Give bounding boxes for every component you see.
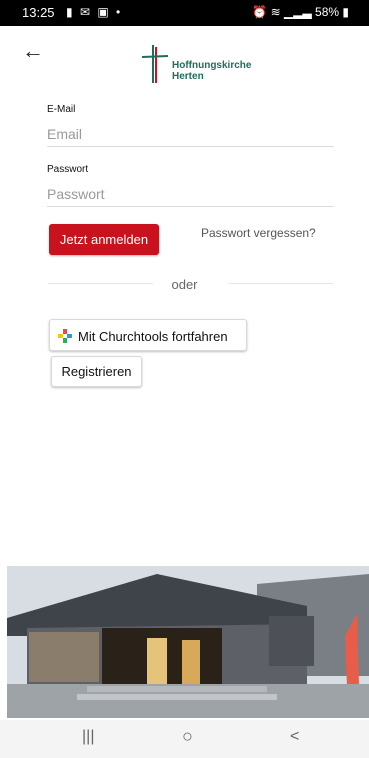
alarm-icon: ⏰ bbox=[252, 5, 268, 19]
status-right: ⏰ ≋ ▁▂▃ 58% ▮ bbox=[252, 5, 349, 19]
churchtools-button-label: Mit Churchtools fortfahren bbox=[78, 329, 228, 344]
church-logo: Hoffnungskirche Herten bbox=[140, 43, 270, 85]
notification-icons: ▮ ✉ ▣ • bbox=[66, 5, 123, 19]
email-label: E-Mail bbox=[47, 104, 76, 115]
android-nav-bar: ||| ○ < bbox=[0, 720, 369, 758]
churchtools-icon bbox=[58, 329, 72, 343]
battery-icon: ▮ bbox=[342, 5, 349, 19]
email-field[interactable] bbox=[47, 122, 334, 147]
church-photo bbox=[7, 566, 369, 718]
status-bar: 13:25 ▮ ✉ ▣ • ⏰ ≋ ▁▂▃ 58% ▮ bbox=[0, 0, 369, 26]
login-button[interactable]: Jetzt anmelden bbox=[49, 224, 159, 255]
church-building-image bbox=[7, 566, 369, 718]
register-button[interactable]: Registrieren bbox=[51, 356, 142, 387]
divider-right bbox=[228, 283, 333, 284]
logo-line-1: Hoffnungskirche bbox=[172, 60, 252, 71]
churchtools-button[interactable]: Mit Churchtools fortfahren bbox=[49, 319, 247, 351]
password-field[interactable] bbox=[47, 182, 334, 207]
cross-logo-icon bbox=[141, 45, 169, 83]
signal-icon: ▁▂▃ bbox=[283, 5, 312, 19]
home-icon[interactable]: ○ bbox=[182, 726, 193, 747]
battery-percent: 58% bbox=[315, 5, 340, 19]
status-time: 13:25 bbox=[22, 5, 55, 20]
password-label: Passwort bbox=[47, 164, 89, 175]
divider-text: oder bbox=[171, 277, 198, 292]
forgot-password-link[interactable]: Passwort vergessen? bbox=[201, 226, 316, 240]
recent-apps-icon[interactable]: ||| bbox=[82, 728, 94, 746]
back-nav-icon[interactable]: < bbox=[290, 728, 299, 746]
logo-text: Hoffnungskirche Herten bbox=[172, 60, 251, 82]
wifi-icon: ≋ bbox=[270, 5, 281, 19]
logo-line-2: Herten bbox=[172, 71, 204, 82]
back-arrow-icon[interactable]: ← bbox=[22, 40, 44, 62]
